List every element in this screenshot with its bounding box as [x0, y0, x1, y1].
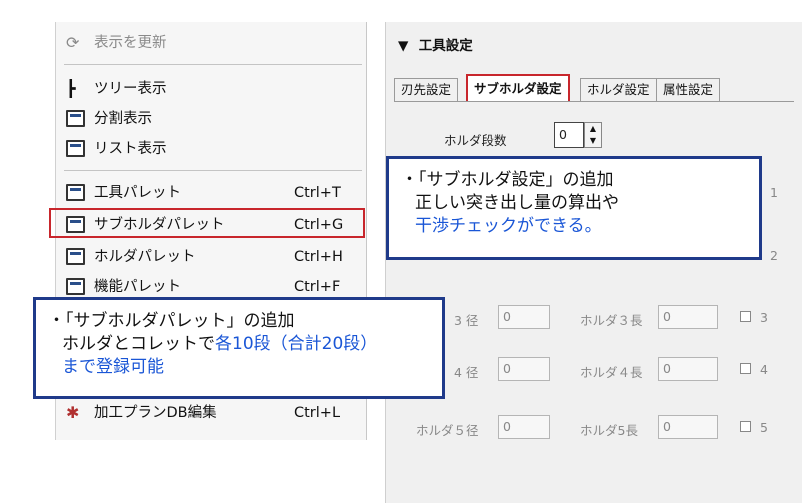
holder4-dia-label: 4 径 [454, 365, 479, 380]
split-view-icon [66, 110, 85, 127]
tab-edge-settings[interactable]: 刃先設定 [394, 78, 459, 102]
menu-item-tree-view-label: ツリー表示 [94, 81, 167, 97]
menu-item-refresh-label: 表示を更新 [94, 35, 167, 51]
menu-separator [64, 170, 362, 171]
holder-stages-input[interactable]: 0 [554, 122, 584, 148]
menu-item-tool-palette-shortcut: Ctrl+T [294, 185, 341, 201]
holder5-len-label: ホルダ5長 [580, 423, 638, 438]
holder4-checkbox-label: 4 [760, 362, 768, 377]
menu-item-holder-palette[interactable]: ホルダパレット Ctrl+H [64, 244, 360, 270]
tab-divider [394, 101, 794, 102]
holder4-dia-input[interactable]: 0 [498, 357, 550, 381]
holder4-checkbox[interactable] [740, 363, 751, 374]
holder3-len-label: ホルダ３長 [580, 313, 643, 328]
tab-holder-settings[interactable]: ホルダ設定 [580, 78, 657, 102]
spin-up-icon: ▲ [589, 124, 597, 133]
menu-item-holder-palette-shortcut: Ctrl+H [294, 249, 343, 265]
panel-title-text: 工具設定 [418, 38, 473, 54]
holder4-len-input[interactable]: 0 [658, 357, 718, 381]
callout2-line2-text: ホルダとコレットで [62, 334, 215, 354]
menu-item-tool-palette-label: 工具パレット [94, 185, 181, 201]
holder3-dia-label: 3 径 [454, 313, 479, 328]
holder5-dia-input[interactable]: 0 [498, 415, 550, 439]
list-view-icon [66, 140, 85, 157]
menu-item-holder-palette-label: ホルダパレット [94, 249, 196, 265]
menu-item-tool-palette[interactable]: 工具パレット Ctrl+T [64, 180, 360, 206]
tree-view-icon: ┣ [66, 79, 76, 98]
menu-item-list-view-label: リスト表示 [94, 141, 167, 157]
menu-item-split-view[interactable]: 分割表示 [64, 106, 360, 132]
tab-attribute-settings[interactable]: 属性設定 [656, 78, 721, 102]
callout2-line1: ・「サブホルダパレット」の追加 [48, 311, 295, 331]
callout1-line1: ・「サブホルダ設定」の追加 [401, 170, 614, 190]
menu-item-refresh[interactable]: ⟳ 表示を更新 [64, 30, 360, 56]
holder5-checkbox[interactable] [740, 421, 751, 432]
panel-title: ▼ 工具設定 [398, 34, 473, 54]
holder5-len-input[interactable]: 0 [658, 415, 718, 439]
holder4-len-label: ホルダ４長 [580, 365, 643, 380]
tool-icon: ▼ [398, 38, 409, 54]
callout-subholder-settings: ・「サブホルダ設定」の追加 正しい突き出し量の算出や 干渉チェックができる。 [386, 156, 762, 260]
callout-subholder-palette: ・「サブホルダパレット」の追加 ホルダとコレットで各10段（合計20段） まで登… [33, 297, 445, 399]
tab-subholder-settings[interactable]: サブホルダ設定 [466, 74, 570, 102]
callout1-line2: 正しい突き出し量の算出や [415, 193, 619, 213]
edge-digit-1: 1 [770, 185, 778, 200]
holder-stages-spinner[interactable]: ▲ ▼ [584, 122, 602, 148]
holder3-dia-input[interactable]: 0 [498, 305, 550, 329]
menu-item-split-view-label: 分割表示 [94, 111, 152, 127]
callout2-line3: まで登録可能 [62, 357, 164, 377]
menu-item-plan-db-edit-shortcut: Ctrl+L [294, 405, 341, 421]
spin-down-icon: ▼ [589, 136, 597, 145]
tool-palette-icon [66, 184, 85, 201]
edge-digit-2: 2 [770, 248, 778, 263]
holder-stages-label: ホルダ段数 [444, 133, 507, 148]
callout2-line2-highlight: 各10段（合計20段） [215, 334, 378, 354]
subholder-palette-highlight [49, 208, 365, 238]
menu-item-list-view[interactable]: リスト表示 [64, 136, 360, 162]
callout1-line3: 干渉チェックができる。 [415, 216, 602, 236]
menu-item-tree-view[interactable]: ┣ ツリー表示 [64, 76, 360, 102]
callout2-line2: ホルダとコレットで各10段（合計20段） [48, 333, 430, 356]
holder3-checkbox[interactable] [740, 311, 751, 322]
holder3-len-input[interactable]: 0 [658, 305, 718, 329]
function-palette-icon [66, 278, 85, 295]
holder5-checkbox-label: 5 [760, 420, 768, 435]
menu-item-plan-db-edit-label: 加工プランDB編集 [94, 405, 217, 421]
tool-settings-panel: ▼ 工具設定 刃先設定 サブホルダ設定 ホルダ設定 属性設定 ホルダ段数 0 ▲… [385, 22, 802, 503]
holder5-dia-label: ホルダ５径 [416, 423, 479, 438]
holder3-checkbox-label: 3 [760, 310, 768, 325]
holder-palette-icon [66, 248, 85, 265]
plan-db-icon: ✱ [66, 403, 80, 422]
menu-item-plan-db-edit[interactable]: ✱ 加工プランDB編集 Ctrl+L [64, 400, 360, 426]
menu-separator [64, 64, 362, 65]
refresh-icon: ⟳ [66, 33, 80, 52]
